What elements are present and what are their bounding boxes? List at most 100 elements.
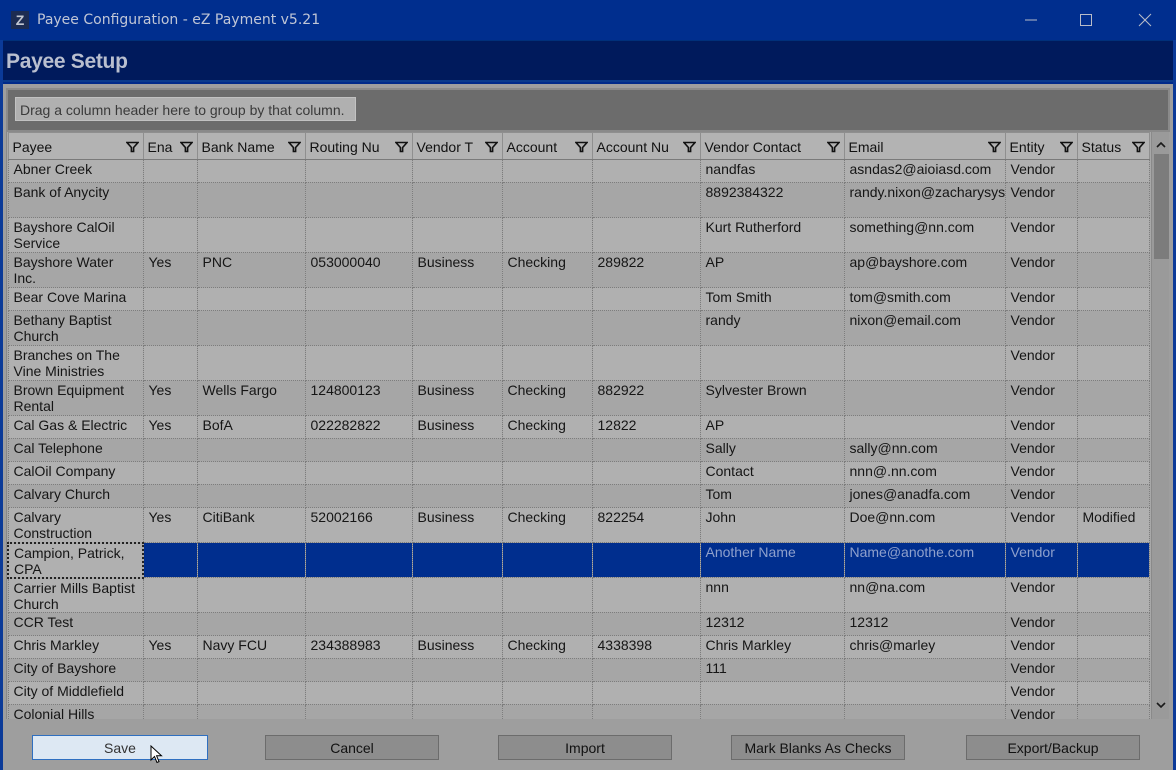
table-row[interactable]: Calvary Construction Yes CitiBank 52002166 B…: [7, 507, 1150, 543]
cell-bank-name[interactable]: Wells Fargo: [196, 380, 306, 416]
cell-bank-name[interactable]: [196, 542, 306, 578]
cell-entity[interactable]: Vendor: [1004, 380, 1078, 416]
column-header-account[interactable]: Account: [501, 132, 593, 160]
cell-status[interactable]: Modified: [1076, 507, 1150, 543]
cell-account[interactable]: Checking: [501, 507, 593, 543]
cell-email[interactable]: [843, 681, 1006, 705]
cell-vendor-t[interactable]: [411, 461, 503, 485]
cell-account-nu[interactable]: 12822: [591, 415, 701, 439]
cell-payee[interactable]: Cal Telephone: [7, 438, 144, 462]
export-backup-button[interactable]: Export/Backup: [966, 735, 1140, 760]
cell-account[interactable]: [501, 217, 593, 253]
cell-routing-nu[interactable]: [304, 704, 413, 719]
cell-bank-name[interactable]: CitiBank: [196, 507, 306, 543]
cell-payee[interactable]: Campion, Patrick, CPA: [7, 541, 144, 579]
cell-routing-nu[interactable]: [304, 438, 413, 462]
cell-payee[interactable]: CalOil Company: [7, 461, 144, 485]
cell-ena[interactable]: Yes: [142, 635, 198, 659]
table-row[interactable]: Bank of Anycity 8892384322 randy.nixon@zac…: [7, 182, 1150, 218]
table-row[interactable]: Bear Cove Marina Tom Smith tom@smith.com Ve…: [7, 287, 1150, 311]
cell-ena[interactable]: [142, 484, 198, 508]
cell-entity[interactable]: Vendor: [1004, 658, 1078, 682]
cell-account-nu[interactable]: [591, 182, 701, 218]
cell-vendor-t[interactable]: [411, 217, 503, 253]
cell-status[interactable]: [1076, 415, 1150, 439]
cell-status[interactable]: [1076, 380, 1150, 416]
scroll-thumb[interactable]: [1154, 154, 1169, 259]
cell-account-nu[interactable]: [591, 704, 701, 719]
cell-vendor-t[interactable]: [411, 287, 503, 311]
cell-account[interactable]: [501, 159, 593, 183]
cell-routing-nu[interactable]: [304, 287, 413, 311]
cell-vendor-t[interactable]: Business: [411, 380, 503, 416]
cell-bank-name[interactable]: [196, 681, 306, 705]
column-header-vendor-t[interactable]: Vendor T: [411, 132, 503, 160]
cell-vendor-contact[interactable]: 111: [699, 658, 845, 682]
save-button[interactable]: Save: [32, 735, 208, 760]
filter-icon[interactable]: [574, 141, 588, 153]
cell-payee[interactable]: Bayshore CalOil Service: [7, 217, 144, 253]
cell-account-nu[interactable]: [591, 658, 701, 682]
cell-vendor-contact[interactable]: Tom Smith: [699, 287, 845, 311]
column-header-bank-name[interactable]: Bank Name: [196, 132, 306, 160]
cell-email[interactable]: chris@marley: [843, 635, 1006, 659]
cell-account-nu[interactable]: [591, 612, 701, 636]
cell-account-nu[interactable]: [591, 461, 701, 485]
cell-payee[interactable]: Bayshore Water Inc.: [7, 252, 144, 288]
cell-routing-nu[interactable]: [304, 182, 413, 218]
cell-payee[interactable]: Branches on The Vine Ministries: [7, 345, 144, 381]
cell-routing-nu[interactable]: [304, 577, 413, 613]
cell-email[interactable]: [843, 415, 1006, 439]
cell-routing-nu[interactable]: [304, 484, 413, 508]
minimize-button[interactable]: [1002, 0, 1060, 40]
cell-account-nu[interactable]: 4338398: [591, 635, 701, 659]
cell-entity[interactable]: Vendor: [1004, 507, 1078, 543]
cell-email[interactable]: something@nn.com: [843, 217, 1006, 253]
cell-vendor-contact[interactable]: AP: [699, 252, 845, 288]
table-row[interactable]: Calvary Church Tom jones@anadfa.com Vendor: [7, 484, 1150, 508]
cell-vendor-contact[interactable]: [699, 704, 845, 719]
cell-routing-nu[interactable]: 234388983: [304, 635, 413, 659]
filter-icon[interactable]: [179, 141, 193, 153]
cell-vendor-contact[interactable]: nnn: [699, 577, 845, 613]
column-header-email[interactable]: Email: [843, 132, 1006, 160]
table-row[interactable]: Carrier Mills Baptist Church nnn nn@na.com…: [7, 577, 1150, 613]
cell-bank-name[interactable]: [196, 217, 306, 253]
cell-vendor-t[interactable]: [411, 681, 503, 705]
cell-payee[interactable]: Abner Creek: [7, 159, 144, 183]
cell-ena[interactable]: Yes: [142, 252, 198, 288]
table-row[interactable]: Brown Equipment Rental Yes Wells Fargo 1248…: [7, 380, 1150, 416]
cell-email[interactable]: Doe@nn.com: [843, 507, 1006, 543]
filter-icon[interactable]: [1131, 141, 1145, 153]
cell-status[interactable]: [1076, 287, 1150, 311]
cell-vendor-contact[interactable]: Sylvester Brown: [699, 380, 845, 416]
cell-vendor-contact[interactable]: Sally: [699, 438, 845, 462]
cell-vendor-t[interactable]: [411, 542, 503, 578]
cell-payee[interactable]: CCR Test: [7, 612, 144, 636]
table-row[interactable]: Colonial Hills Vendor: [7, 704, 1150, 719]
cell-email[interactable]: nnn@.nn.com: [843, 461, 1006, 485]
cell-email[interactable]: nixon@email.com: [843, 310, 1006, 346]
cell-account-nu[interactable]: [591, 542, 701, 578]
cell-vendor-t[interactable]: [411, 345, 503, 381]
cell-bank-name[interactable]: [196, 438, 306, 462]
cell-status[interactable]: [1076, 182, 1150, 218]
cell-email[interactable]: Name@anothe.com: [843, 542, 1006, 578]
cell-account[interactable]: [501, 612, 593, 636]
cell-routing-nu[interactable]: [304, 658, 413, 682]
cell-bank-name[interactable]: [196, 159, 306, 183]
cell-payee[interactable]: Cal Gas & Electric: [7, 415, 144, 439]
table-row[interactable]: Cal Telephone Sally sally@nn.com Vendor: [7, 438, 1150, 462]
cell-email[interactable]: jones@anadfa.com: [843, 484, 1006, 508]
cell-account-nu[interactable]: [591, 345, 701, 381]
cell-status[interactable]: [1076, 438, 1150, 462]
cell-account-nu[interactable]: [591, 159, 701, 183]
column-header-status[interactable]: Status: [1076, 132, 1150, 160]
column-header-payee[interactable]: Payee: [7, 132, 144, 160]
cell-ena[interactable]: [142, 287, 198, 311]
cell-entity[interactable]: Vendor: [1004, 159, 1078, 183]
cell-email[interactable]: 12312: [843, 612, 1006, 636]
cell-vendor-t[interactable]: [411, 159, 503, 183]
cell-payee[interactable]: City of Bayshore: [7, 658, 144, 682]
cell-account[interactable]: [501, 438, 593, 462]
